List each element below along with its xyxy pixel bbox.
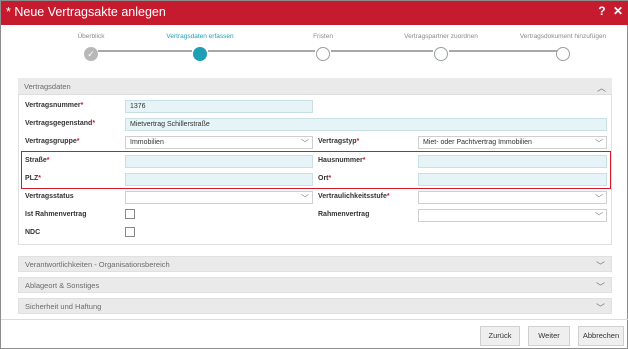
verantwortlichkeiten-section[interactable]: Verantwortlichkeiten - Organisationsbere…: [18, 256, 612, 272]
step-dot: [556, 47, 570, 61]
chevron-down-icon[interactable]: ﹀: [596, 280, 605, 293]
section-title: Ablageort & Sonstiges: [25, 281, 100, 290]
plz-field[interactable]: [125, 173, 313, 186]
strasse-label: Straße*: [25, 157, 50, 164]
ndc-label: NDC: [25, 229, 41, 236]
ort-field[interactable]: [418, 173, 607, 186]
step-vertragsdokument[interactable]: Vertragsdokument hinzufügen: [503, 33, 623, 61]
chevron-down-icon: ﹀: [301, 139, 309, 148]
next-button[interactable]: Weiter: [528, 326, 570, 346]
vertraulichkeitsstufe-select[interactable]: ﹀: [418, 191, 607, 204]
title-bar: * Neue Vertragsakte anlegen ? ✕: [1, 1, 628, 25]
vertragstyp-label: Vertragstyp*: [318, 138, 360, 145]
rahmenvertrag-label: Rahmenvertrag: [318, 211, 370, 218]
step-dot: [434, 47, 448, 61]
vertragstyp-select[interactable]: Miet- oder Pachtvertrag Immobilien ﹀: [418, 136, 607, 149]
step-dot: [316, 47, 330, 61]
section-title: Sicherheit und Haftung: [25, 302, 102, 311]
ort-label: Ort*: [318, 175, 332, 182]
hausnummer-label: Hausnummer*: [318, 157, 366, 164]
step-label: Vertragspartner zuordnen: [404, 33, 478, 40]
ist-rahmenvertrag-checkbox[interactable]: [125, 209, 135, 219]
step-fristen[interactable]: Fristen: [263, 33, 383, 61]
vertragsgegenstand-field[interactable]: Mietvertrag Schillerstraße: [125, 118, 607, 131]
help-icon[interactable]: ?: [598, 4, 605, 18]
chevron-down-icon: ﹀: [301, 194, 309, 203]
chevron-down-icon: ﹀: [595, 139, 603, 148]
ist-rahmenvertrag-label: Ist Rahmenvertrag: [25, 211, 87, 218]
vertragsstatus-label: Vertragsstatus: [25, 193, 74, 200]
step-ueberblick[interactable]: Überblick ✓: [31, 33, 151, 61]
strasse-field[interactable]: [125, 155, 313, 168]
footer-bar: Zurück Weiter Abbrechen: [1, 319, 628, 349]
step-vertragsdaten[interactable]: Vertragsdaten erfassen: [140, 33, 260, 61]
vertragsdaten-panel: Vertragsdaten ︿ Vertragsnummer* 1376 Ver…: [18, 78, 612, 245]
chevron-down-icon: ﹀: [595, 212, 603, 221]
vertragsstatus-select[interactable]: ﹀: [125, 191, 313, 204]
hausnummer-field[interactable]: [418, 155, 607, 168]
vertragsnummer-field[interactable]: 1376: [125, 100, 313, 113]
section-title: Verantwortlichkeiten - Organisationsbere…: [25, 260, 170, 269]
vertragsgruppe-label: Vertragsgruppe*: [25, 138, 80, 145]
step-label: Vertragsdaten erfassen: [166, 33, 234, 40]
close-icon[interactable]: ✕: [613, 4, 623, 18]
step-label: Vertragsdokument hinzufügen: [519, 33, 607, 40]
window-title: * Neue Vertragsakte anlegen: [6, 5, 166, 19]
step-vertragspartner[interactable]: Vertragspartner zuordnen: [381, 33, 501, 61]
ablageort-section[interactable]: Ablageort & Sonstiges ﹀: [18, 277, 612, 293]
chevron-down-icon: ﹀: [595, 194, 603, 203]
ndc-checkbox[interactable]: [125, 227, 135, 237]
vertragsgruppe-select[interactable]: Immobilien ﹀: [125, 136, 313, 149]
vertragsdaten-header[interactable]: Vertragsdaten ︿: [18, 78, 612, 95]
check-icon: ✓: [84, 47, 98, 61]
step-label: Fristen: [313, 33, 333, 40]
chevron-down-icon[interactable]: ﹀: [596, 259, 605, 272]
vertragsnummer-label: Vertragsnummer*: [25, 102, 84, 109]
step-dot-active: [193, 47, 207, 61]
back-button[interactable]: Zurück: [480, 326, 520, 346]
dialog-window: * Neue Vertragsakte anlegen ? ✕ Überblic…: [0, 0, 628, 349]
sicherheit-section[interactable]: Sicherheit und Haftung ﹀: [18, 298, 612, 314]
section-title: Vertragsdaten: [24, 82, 71, 91]
vertraulichkeitsstufe-label: Vertraulichkeitsstufe*: [318, 193, 390, 200]
wizard-stepper: Überblick ✓ Vertragsdaten erfassen Frist…: [1, 27, 628, 69]
rahmenvertrag-select[interactable]: ﹀: [418, 209, 607, 222]
vertragsgegenstand-label: Vertragsgegenstand*: [25, 120, 96, 127]
plz-label: PLZ*: [25, 175, 41, 182]
chevron-up-icon[interactable]: ︿: [597, 81, 606, 94]
vertragsdaten-body: Vertragsnummer* 1376 Vertragsgegenstand*…: [18, 95, 612, 245]
step-label: Überblick: [77, 33, 105, 40]
chevron-down-icon[interactable]: ﹀: [596, 301, 605, 314]
cancel-button[interactable]: Abbrechen: [578, 326, 624, 346]
